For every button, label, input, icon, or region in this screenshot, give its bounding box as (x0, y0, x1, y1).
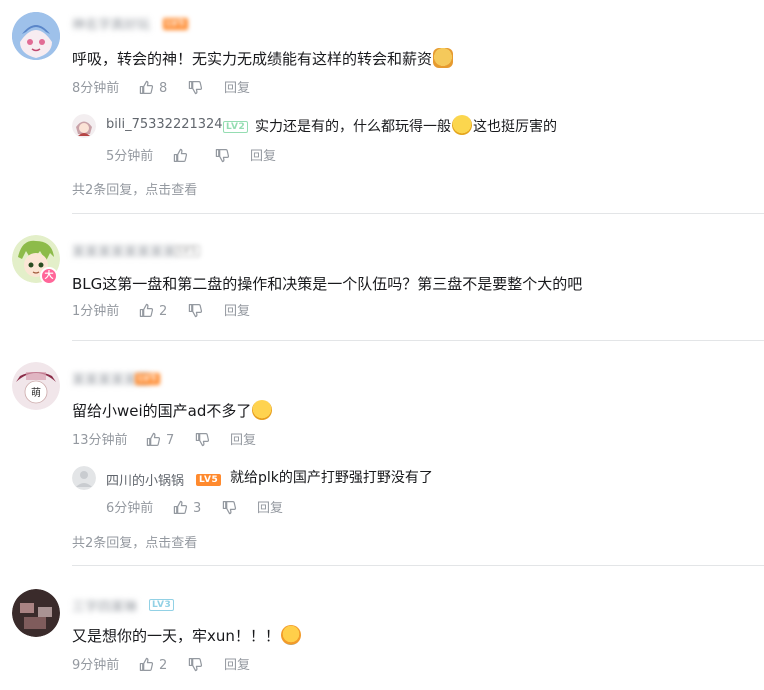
level-badge: LV5 (163, 18, 189, 30)
thumbs-up-icon (146, 432, 161, 447)
level-badge: LV5 (135, 373, 161, 385)
avatar[interactable]: 萌 (12, 362, 60, 410)
reply-button[interactable]: 回复 (224, 80, 250, 98)
reply-avatar[interactable] (72, 466, 96, 490)
reply-button[interactable]: 回复 (230, 432, 256, 450)
level-badge: LV1 (175, 245, 201, 257)
thumbs-up-icon (173, 148, 188, 163)
thumbs-down-icon (215, 148, 230, 163)
reply-meta: 6分钟前 3 回复 (106, 500, 346, 518)
comment-meta: 13分钟前 7 回复 (72, 432, 372, 450)
comment-divider (72, 565, 764, 566)
like-count: 8 (159, 81, 168, 96)
reply-level-badge: LV5 (196, 474, 222, 486)
dislike-button[interactable] (188, 657, 203, 675)
reply-time: 5分钟前 (106, 149, 154, 164)
avatar-art (12, 12, 60, 60)
crying-emoji-icon (280, 625, 301, 645)
reply-button[interactable]: 回复 (224, 657, 250, 675)
dislike-button[interactable] (195, 432, 210, 450)
vip-badge: 大 (40, 267, 58, 285)
comment-item: 三字四某琳 LV3 又是想你的一天，牢xun！！！ 9分钟前 2 回复 (0, 567, 764, 690)
view-more-replies[interactable]: 共2条回复，点击查看 (72, 179, 197, 198)
thumbs-down-icon (195, 432, 210, 447)
comment-content: 呼吸，转会的神！无实力无成绩能有这样的转会和薪资 (72, 50, 433, 68)
like-count: 2 (159, 658, 168, 673)
reply-avatar-art (72, 114, 96, 138)
reply-avatar-art (72, 466, 96, 490)
username[interactable]: 三字四某琳 (72, 596, 137, 615)
reply-username[interactable]: 四川的小锅锅 (106, 470, 184, 489)
level-badge: LV3 (149, 599, 175, 611)
comment-text: 呼吸，转会的神！无实力无成绩能有这样的转会和薪资 (72, 48, 454, 70)
comment-content: 留给小wei的国产ad不多了 (72, 402, 252, 420)
comment-time: 1分钟前 (72, 304, 120, 319)
like-button[interactable]: 2 (139, 657, 167, 675)
comment-item: 萌 某某某某某某 LV5 留给小wei的国产ad不多了 13分钟前 7 回复 四… (0, 342, 764, 567)
avatar-art: 萌 (12, 362, 60, 410)
thumbs-down-icon (222, 500, 237, 515)
shocked-emoji-icon (252, 400, 273, 420)
like-count: 2 (159, 304, 168, 319)
comment-meta: 9分钟前 2 回复 (72, 657, 372, 675)
reply-username[interactable]: bili_75332221324 (106, 117, 223, 132)
comment-divider (72, 340, 764, 341)
comment-content: 又是想你的一天，牢xun！！！ (72, 627, 280, 645)
thumbs-up-icon (139, 657, 154, 672)
like-count: 7 (166, 433, 175, 448)
avatar[interactable] (12, 12, 60, 60)
thumbs-down-icon (188, 80, 203, 95)
comment-divider (72, 213, 764, 214)
comment-time: 9分钟前 (72, 658, 120, 673)
comment-time: 8分钟前 (72, 81, 120, 96)
comment-meta: 8分钟前 8 回复 (72, 80, 372, 98)
like-count: 3 (193, 501, 202, 516)
comment-text: 留给小wei的国产ad不多了 (72, 400, 273, 422)
reply-meta: 5分钟前 回复 (106, 148, 346, 166)
thumbs-up-icon (139, 80, 154, 95)
laughing-emoji-icon (452, 115, 472, 135)
like-button[interactable]: 3 (173, 500, 201, 518)
comment-meta: 1分钟前 2 回复 (72, 303, 372, 321)
view-more-replies[interactable]: 共2条回复，点击查看 (72, 532, 197, 551)
reply-text: 实力还是有的，什么都玩得一般 这也挺厉害的 (255, 115, 557, 137)
reply-button[interactable]: 回复 (257, 500, 283, 518)
dislike-button[interactable] (188, 303, 203, 321)
like-button[interactable]: 8 (139, 80, 167, 98)
avatar-art (12, 589, 60, 637)
thumbs-down-icon (188, 303, 203, 318)
reply-content-after: 这也挺厉害的 (473, 119, 557, 135)
reply-level-badge: LV2 (223, 121, 249, 133)
thumbs-up-icon (139, 303, 154, 318)
username[interactable]: 某某某某某某某某 (72, 241, 176, 260)
reply-time: 6分钟前 (106, 501, 154, 516)
reply-avatar[interactable] (72, 114, 96, 138)
like-button[interactable]: 2 (139, 303, 167, 321)
comment-item: 神名字真好玩 LV5 呼吸，转会的神！无实力无成绩能有这样的转会和薪资 8分钟前… (0, 0, 764, 215)
avatar[interactable] (12, 589, 60, 637)
comment-time: 13分钟前 (72, 433, 128, 448)
doge-emoji-icon (433, 48, 454, 68)
reply-button[interactable]: 回复 (224, 303, 250, 321)
dislike-button[interactable] (215, 148, 230, 166)
comment-text: 又是想你的一天，牢xun！！！ (72, 625, 302, 647)
dislike-button[interactable] (222, 500, 237, 518)
reply-content-before: 实力还是有的，什么都玩得一般 (255, 119, 451, 135)
svg-text:萌: 萌 (31, 386, 41, 399)
thumbs-down-icon (188, 657, 203, 672)
like-button[interactable]: 7 (146, 432, 174, 450)
comment-content: BLG这第一盘和第二盘的操作和决策是一个队伍吗？第三盘不是要整个大的吧 (72, 275, 583, 293)
username[interactable]: 神名字真好玩 (72, 14, 150, 33)
thumbs-up-icon (173, 500, 188, 515)
reply-content: 就给plk的国产打野强打野没有了 (230, 470, 433, 486)
dislike-button[interactable] (188, 80, 203, 98)
like-button[interactable] (173, 148, 188, 166)
reply-button[interactable]: 回复 (250, 148, 276, 166)
comment-item: 大 某某某某某某某某 LV1 BLG这第一盘和第二盘的操作和决策是一个队伍吗？第… (0, 215, 764, 342)
